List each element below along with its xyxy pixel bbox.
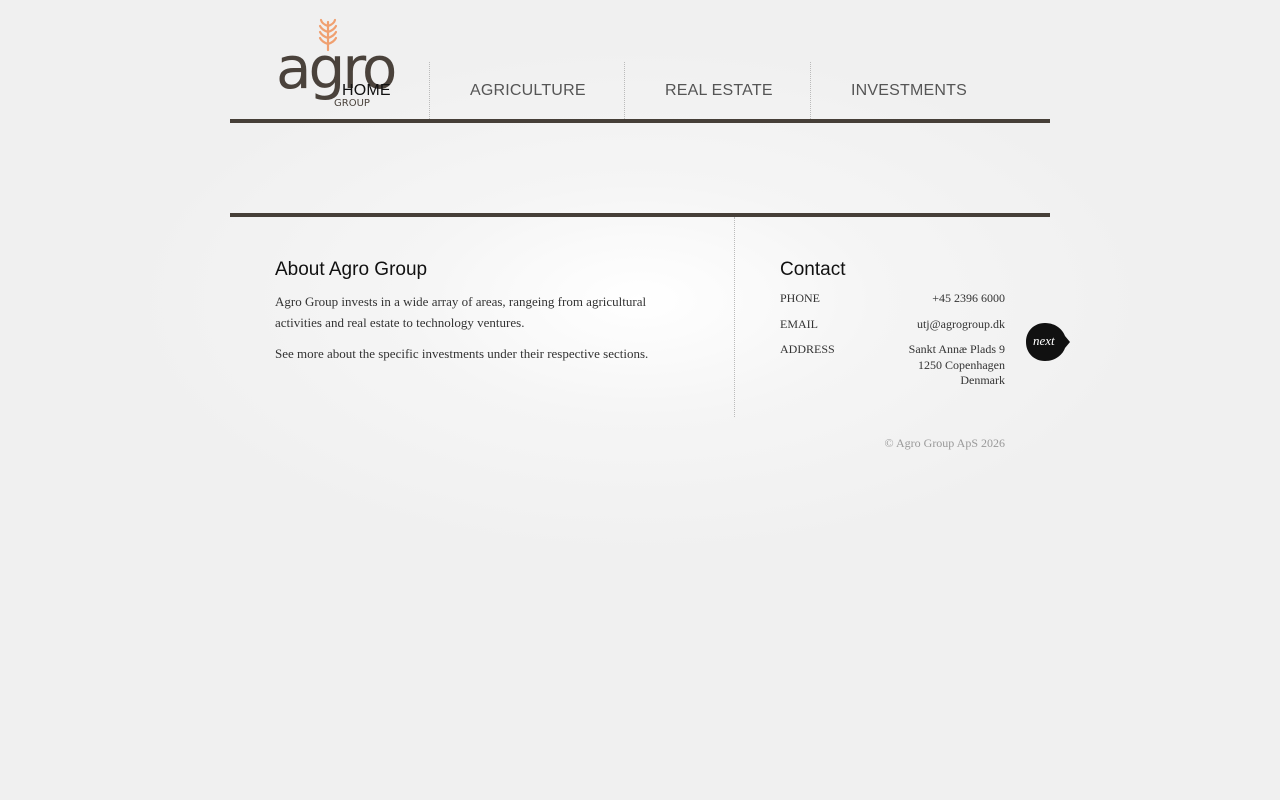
page: agro GROUP HOME AGRICULTURE REAL ESTATE … [230, 0, 1070, 800]
nav-separator [429, 62, 430, 119]
about-title: About Agro Group [275, 259, 428, 280]
about-paragraph-2: See more about the specific investments … [275, 346, 649, 361]
contact-phone-row: PHONE +45 2396 6000 [780, 291, 1005, 317]
address-line-2: 1250 Copenhagen [918, 357, 1005, 372]
about-paragraph-1: Agro Group invests in a wide array of ar… [275, 294, 647, 330]
main-navigation: HOME AGRICULTURE REAL ESTATE INVESTMENTS [230, 62, 1050, 119]
nav-agriculture[interactable]: AGRICULTURE [470, 62, 586, 119]
column-divider [734, 217, 735, 417]
contact-section: Contact PHONE +45 2396 6000 EMAIL utj@ag… [780, 259, 1005, 389]
nav-real-estate[interactable]: REAL ESTATE [665, 62, 773, 119]
copyright: © Agro Group ApS 2026 [884, 436, 1005, 450]
next-label: next [1033, 333, 1055, 348]
contact-email-row: EMAIL utj@agrogroup.dk [780, 317, 1005, 342]
nav-home[interactable]: HOME [342, 62, 391, 119]
phone-label: PHONE [780, 291, 821, 305]
banner-divider [230, 213, 1050, 217]
address-line-3: Denmark [960, 373, 1005, 387]
next-button[interactable]: next [1025, 322, 1071, 362]
nav-separator [624, 62, 625, 119]
address-label: ADDRESS [780, 342, 835, 356]
nav-investments[interactable]: INVESTMENTS [851, 62, 967, 119]
contact-address-row: ADDRESS Sankt Annæ Plads 9 1250 Copenhag… [780, 342, 1005, 389]
nav-separator [810, 62, 811, 119]
header: agro GROUP HOME AGRICULTURE REAL ESTATE … [230, 0, 1050, 123]
email-label: EMAIL [780, 317, 818, 331]
contact-title: Contact [780, 259, 846, 280]
header-divider [230, 119, 1050, 123]
about-section: About Agro Group Agro Group invests in a… [275, 259, 675, 374]
